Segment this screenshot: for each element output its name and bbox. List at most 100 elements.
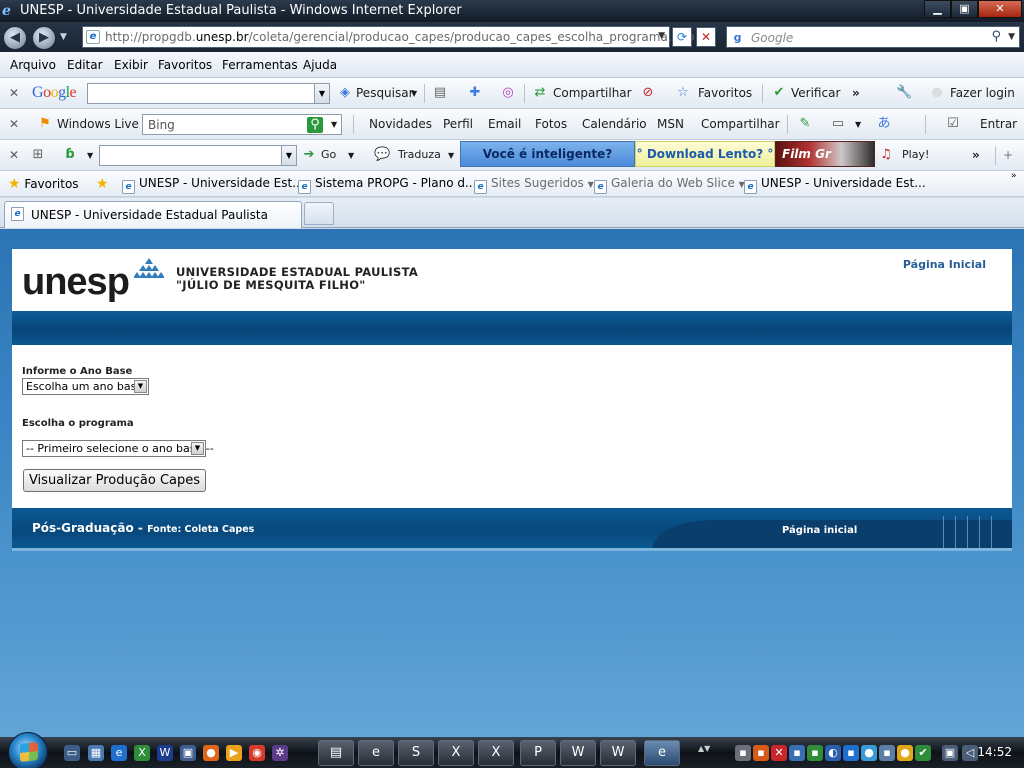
- email-link[interactable]: Email: [488, 117, 521, 131]
- quicklaunch-excel-icon[interactable]: X: [134, 745, 150, 761]
- go-button[interactable]: Go: [321, 148, 336, 161]
- volume-icon[interactable]: ◁: [962, 745, 978, 761]
- bing-dropdown-icon[interactable]: ▼: [331, 120, 337, 129]
- quicklaunch-media-icon[interactable]: ▶: [226, 745, 242, 761]
- menu-favoritos[interactable]: Favoritos: [158, 58, 212, 72]
- favorite-item[interactable]: e UNESP - Universidade Est...: [744, 176, 926, 194]
- taskbar-ie-active-button[interactable]: e: [644, 740, 680, 766]
- wrench-icon[interactable]: 🔧: [896, 85, 912, 101]
- taskbar-excel2-button[interactable]: X: [478, 740, 514, 766]
- google-search-input[interactable]: ▼: [87, 83, 330, 104]
- address-bar[interactable]: e http://propgdb.unesp.br/coleta/gerenci…: [82, 26, 694, 48]
- ano-base-select[interactable]: Escolha um ano base ▼: [22, 378, 149, 395]
- tray-icon-7[interactable]: ▪: [843, 745, 859, 761]
- search-icon[interactable]: ⚲: [991, 29, 1001, 44]
- quicklaunch-chrome-icon[interactable]: ◉: [249, 745, 265, 761]
- add-toolbar-icon[interactable]: +: [1003, 148, 1013, 162]
- home-link[interactable]: Página Inicial: [903, 258, 986, 271]
- tray-icon-6[interactable]: ◐: [825, 745, 841, 761]
- tray-icon-2[interactable]: ▪: [753, 745, 769, 761]
- taskbar-word-button[interactable]: W: [560, 740, 596, 766]
- close-toolbar-icon[interactable]: ✕: [9, 148, 19, 162]
- clock[interactable]: 14:52: [977, 745, 1012, 759]
- recent-pages-dropdown[interactable]: ▼: [60, 32, 67, 42]
- page-tools-icon[interactable]: ▤: [432, 85, 448, 101]
- traduza-button[interactable]: Traduza: [398, 148, 441, 161]
- traduza-dropdown-icon[interactable]: ▼: [448, 151, 454, 160]
- bing-search-icon[interactable]: ⚲: [307, 117, 323, 133]
- keyboard-dropdown-icon[interactable]: ▼: [855, 120, 861, 129]
- stop-button[interactable]: ✕: [696, 27, 716, 47]
- fazer-login-button[interactable]: Fazer login: [950, 86, 1015, 100]
- keyboard-icon[interactable]: ▭: [830, 116, 846, 132]
- compartilhar-link[interactable]: Compartilhar: [701, 117, 780, 131]
- quicklaunch-computer-icon[interactable]: ▣: [180, 745, 196, 761]
- taskbar-explorer-button[interactable]: ▤: [318, 740, 354, 766]
- checkbox-icon[interactable]: ☑: [945, 116, 961, 132]
- tray-icon-1[interactable]: ▪: [735, 745, 751, 761]
- quicklaunch-firefox-icon[interactable]: ●: [203, 745, 219, 761]
- tray-icon-11[interactable]: ✔: [915, 745, 931, 761]
- windows-live-label[interactable]: Windows Live: [57, 117, 139, 131]
- edit-icon[interactable]: ✎: [797, 116, 813, 132]
- fotos-link[interactable]: Fotos: [535, 117, 567, 131]
- banner-ad-download[interactable]: ° Download Lento? °: [635, 141, 775, 167]
- orkut-icon[interactable]: ◎: [500, 85, 516, 101]
- favorite-item-web-slice[interactable]: e Galeria do Web Slice ▼: [594, 176, 745, 194]
- minimize-button[interactable]: ▁: [924, 0, 951, 18]
- pesquisar-dropdown-icon[interactable]: ▼: [411, 89, 417, 98]
- google-search-provider-icon[interactable]: g: [730, 30, 745, 45]
- taskbar-excel-button[interactable]: X: [438, 740, 474, 766]
- go-arrow-icon[interactable]: ➔: [301, 147, 317, 163]
- star-icon[interactable]: ☆: [675, 85, 691, 101]
- quicklaunch-app-icon[interactable]: ✲: [272, 745, 288, 761]
- taskbar-powerpoint-button[interactable]: P: [520, 740, 556, 766]
- quicklaunch-switch-windows-icon[interactable]: ▦: [88, 745, 104, 761]
- favorite-item[interactable]: e Sistema PROPG - Plano d...: [298, 176, 476, 194]
- tray-icon-9[interactable]: ▪: [879, 745, 895, 761]
- close-button[interactable]: ✕: [978, 0, 1022, 18]
- google-search-icon[interactable]: ◈: [337, 85, 353, 101]
- play-button[interactable]: Play!: [902, 148, 929, 161]
- unesp-logo[interactable]: unesp: [22, 261, 130, 304]
- visualizar-button[interactable]: Visualizar Produção Capes: [23, 469, 206, 492]
- pesquisar-button[interactable]: Pesquisar: [356, 86, 414, 100]
- toolbar-search-dropdown[interactable]: ▼: [281, 146, 296, 165]
- add-favorite-button[interactable]: ★: [96, 176, 109, 192]
- play-icon[interactable]: ♫: [878, 147, 894, 163]
- menu-ferramentas[interactable]: Ferramentas: [222, 58, 298, 72]
- go-dropdown-icon[interactable]: ▼: [348, 151, 354, 160]
- more-chevron-icon[interactable]: »: [852, 86, 860, 100]
- menu-editar[interactable]: Editar: [67, 58, 103, 72]
- url-text[interactable]: http://propgdb.unesp.br/coleta/gerencial…: [105, 30, 694, 44]
- programa-select[interactable]: -- Primeiro selecione o ano base -- ▼: [22, 440, 214, 457]
- taskbar-ie-button[interactable]: e: [358, 740, 394, 766]
- tray-icon-3[interactable]: ✕: [771, 745, 787, 761]
- compartilhar-button[interactable]: Compartilhar: [553, 86, 632, 100]
- chevron-down-icon[interactable]: ▼: [134, 380, 147, 393]
- favorites-overflow-chevron[interactable]: »: [1011, 171, 1017, 181]
- maximize-button[interactable]: ▣: [951, 0, 978, 18]
- more-chevron-icon[interactable]: »: [972, 148, 980, 162]
- chat-icon[interactable]: 💬: [374, 147, 390, 163]
- spellcheck-icon[interactable]: ✔: [771, 85, 787, 101]
- verificar-button[interactable]: Verificar: [791, 86, 840, 100]
- toolbar-logo-icon[interactable]: ɓ: [62, 147, 78, 163]
- tray-icon-5[interactable]: ▪: [807, 745, 823, 761]
- banner-ad-film[interactable]: Film Gr: [775, 141, 875, 167]
- google-logo[interactable]: Google: [32, 84, 77, 102]
- taskbar-skype-button[interactable]: S: [398, 740, 434, 766]
- entrar-button[interactable]: Entrar: [980, 117, 1017, 131]
- msn-link[interactable]: MSN: [657, 117, 684, 131]
- google-favoritos-button[interactable]: Favoritos: [698, 86, 752, 100]
- calendario-link[interactable]: Calendário: [582, 117, 647, 131]
- google-search-dropdown[interactable]: ▼: [314, 84, 329, 103]
- logo-dropdown-icon[interactable]: ▼: [87, 151, 93, 160]
- perfil-link[interactable]: Perfil: [443, 117, 473, 131]
- favorites-button[interactable]: ★ Favoritos: [8, 176, 79, 192]
- add-button-icon[interactable]: ✚: [467, 85, 483, 101]
- tray-icon-8[interactable]: ●: [861, 745, 877, 761]
- search-box[interactable]: g Google ⚲ ▼: [726, 26, 1020, 48]
- close-toolbar-icon[interactable]: ✕: [9, 86, 19, 100]
- quicklaunch-show-desktop-icon[interactable]: ▭: [64, 745, 80, 761]
